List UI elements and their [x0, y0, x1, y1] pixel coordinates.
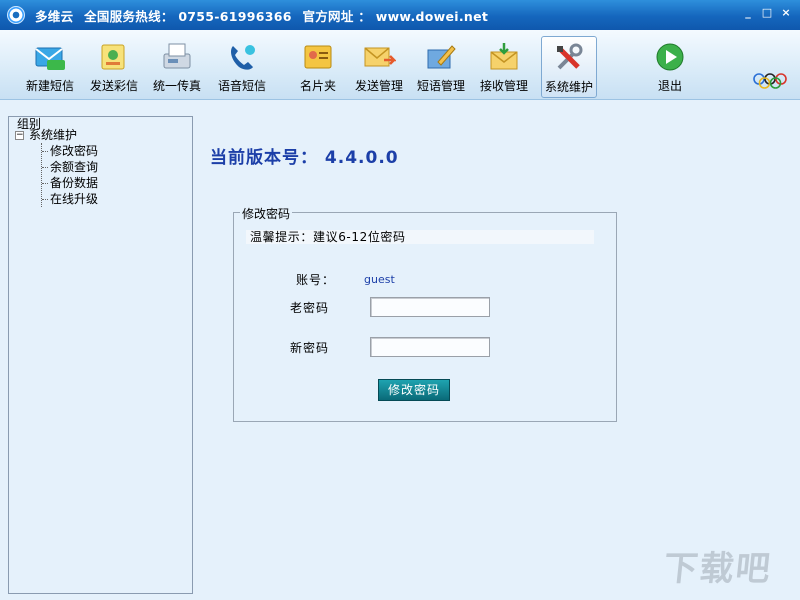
tree-root-label: 系统维护	[29, 128, 78, 142]
toolbar-label: 语音短信	[217, 79, 266, 93]
collapse-icon[interactable]: −	[15, 130, 24, 140]
hotline-text: 全国服务热线： 0755-61996366	[84, 8, 292, 24]
main-toolbar: 新建短信 发送彩信 统一传真 语音短信 名片夹 发送管理 短语管理 接收管理 系…	[0, 30, 800, 100]
title-bar: 多维云 全国服务热线： 0755-61996366 官方网址 ： www.dow…	[0, 0, 800, 30]
send-mms-icon	[101, 44, 125, 70]
toolbar-receive-management-button[interactable]: 接收管理	[476, 36, 532, 98]
tools-icon	[557, 43, 583, 70]
change-password-group: 修改密码 温馨提示：建议6-12位密码 账号： guest 老密码 新密码 修改…	[233, 205, 617, 422]
olympic-rings-icon	[753, 73, 787, 89]
toolbar-label: 退出	[657, 79, 682, 93]
version-value: 4.4.0.0	[324, 148, 399, 168]
maximize-button[interactable]: □	[759, 6, 775, 21]
toolbar-phrase-management-button[interactable]: 短语管理	[413, 36, 469, 98]
website-text: 官方网址 ： www.dowei.net	[302, 8, 489, 24]
toolbar-business-card-button[interactable]: 名片夹	[290, 36, 346, 98]
business-card-icon	[304, 45, 332, 69]
change-password-button[interactable]: 修改密码	[378, 379, 450, 401]
toolbar-exit-button[interactable]: 退出	[642, 36, 698, 98]
account-value: guest	[364, 273, 395, 286]
old-password-input[interactable]	[370, 297, 490, 317]
new-password-label: 新密码	[290, 341, 330, 355]
new-password-input[interactable]	[370, 337, 490, 357]
group-legend: 修改密码	[240, 205, 293, 222]
voice-phone-icon	[231, 45, 255, 70]
old-password-label: 老密码	[290, 301, 330, 315]
tree-view: − 系统维护 修改密码 余额查询 备份数据 在线升级	[15, 127, 98, 207]
tree-item-change-password[interactable]: 修改密码	[42, 143, 98, 159]
fax-icon	[163, 43, 191, 69]
group-panel: 组别 − 系统维护 修改密码 余额查询 备份数据 在线升级	[8, 116, 193, 594]
toolbar-new-sms-button[interactable]: 新建短信	[22, 36, 78, 98]
account-label: 账号：	[296, 273, 336, 287]
close-button[interactable]: ×	[778, 6, 794, 21]
app-name: 多维云	[35, 8, 74, 24]
toolbar-voice-sms-button[interactable]: 语音短信	[214, 36, 270, 98]
version-display: 当前版本号： 4.4.0.0	[210, 143, 399, 168]
toolbar-system-maintenance-button[interactable]: 系统维护	[541, 36, 597, 98]
tree-item-balance-query[interactable]: 余额查询	[42, 159, 98, 175]
toolbar-label: 接收管理	[479, 79, 528, 93]
toolbar-send-mms-button[interactable]: 发送彩信	[86, 36, 142, 98]
send-mail-icon	[364, 47, 396, 67]
tree-item-backup-data[interactable]: 备份数据	[42, 175, 98, 191]
receive-mail-icon	[490, 43, 518, 70]
toolbar-send-management-button[interactable]: 发送管理	[351, 36, 407, 98]
toolbar-fax-button[interactable]: 统一传真	[149, 36, 205, 98]
toolbar-label: 系统维护	[544, 80, 593, 94]
window-title: 多维云 全国服务热线： 0755-61996366 官方网址 ： www.dow…	[35, 6, 494, 25]
exit-icon	[656, 43, 684, 71]
app-logo-icon	[7, 6, 25, 24]
tree-root-system-maintenance[interactable]: − 系统维护	[15, 127, 98, 143]
tree-item-online-upgrade[interactable]: 在线升级	[42, 191, 98, 207]
phrase-edit-icon	[427, 45, 456, 69]
new-sms-icon	[35, 47, 65, 70]
password-tip: 温馨提示：建议6-12位密码	[246, 230, 594, 244]
minimize-button[interactable]: _	[740, 6, 756, 21]
version-label: 当前版本号：	[210, 148, 318, 168]
watermark-text: 下载吧	[661, 549, 774, 589]
